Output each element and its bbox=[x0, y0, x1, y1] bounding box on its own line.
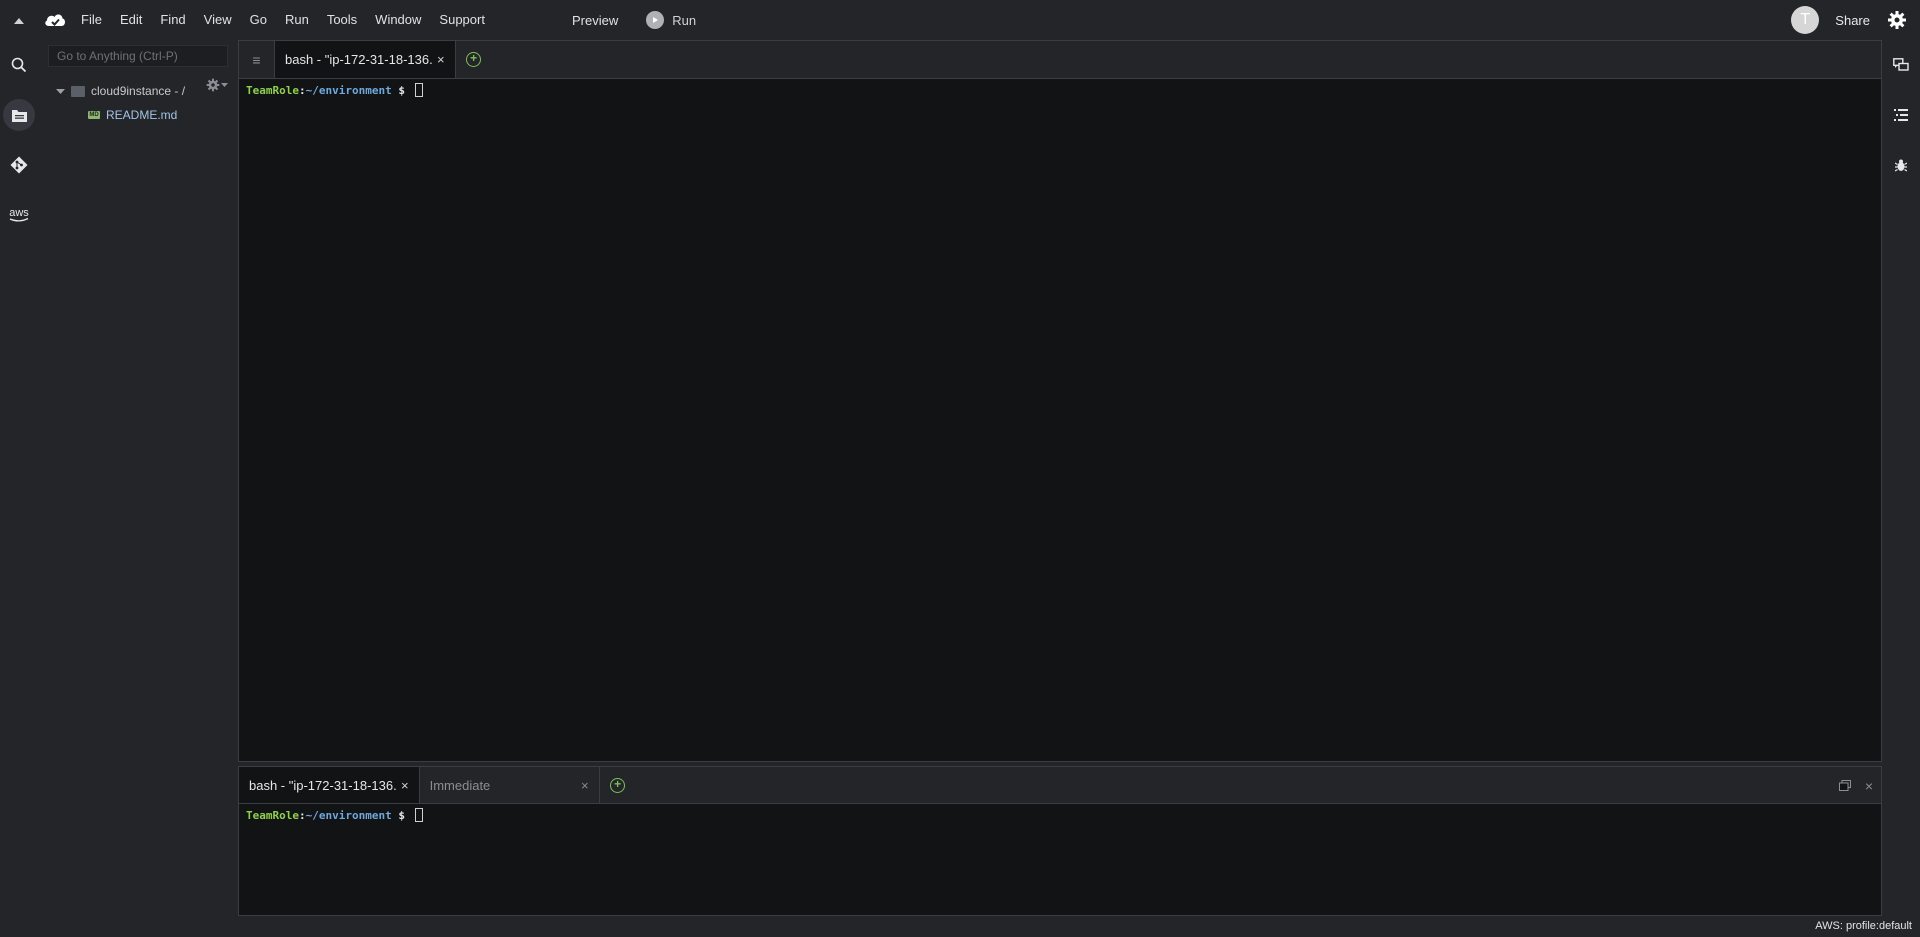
menu-view[interactable]: View bbox=[195, 0, 241, 40]
prompt-sign: $ bbox=[391, 83, 412, 97]
close-panel-icon[interactable]: × bbox=[1865, 778, 1873, 794]
environment-folder-icon[interactable] bbox=[0, 90, 38, 140]
console-tab-label: bash - "ip-172-31-18-136.ec2.internal" bbox=[249, 777, 397, 793]
tree-file-label: README.md bbox=[106, 108, 178, 122]
menu-file[interactable]: File bbox=[72, 0, 111, 40]
menu-tools[interactable]: Tools bbox=[318, 0, 366, 40]
aws-profile-status[interactable]: AWS: profile:default bbox=[1815, 920, 1912, 932]
folder-icon bbox=[71, 85, 85, 97]
tree-root-label: cloud9instance - / bbox=[91, 84, 186, 98]
menu-bar: File Edit Find View Go Run Tools Window … bbox=[0, 0, 1920, 40]
right-icon-rail bbox=[1882, 40, 1920, 937]
console-tab-immediate-label: Immediate bbox=[429, 777, 491, 793]
tab-label: bash - "ip-172-31-18-136.ec2.internal" bbox=[285, 52, 433, 67]
new-tab-button[interactable]: + bbox=[456, 41, 492, 78]
prompt-colon: : bbox=[298, 83, 306, 97]
console-controls: × bbox=[1838, 767, 1873, 804]
console-new-tab-button[interactable]: + bbox=[600, 767, 636, 803]
menu-find[interactable]: Find bbox=[151, 0, 194, 40]
collaborate-icon[interactable] bbox=[1882, 40, 1920, 90]
tab-menu-icon[interactable]: ≡ bbox=[239, 41, 275, 78]
prompt-user: TeamRole bbox=[246, 83, 299, 97]
menu-window[interactable]: Window bbox=[366, 0, 430, 40]
status-bar: AWS: profile:default bbox=[0, 916, 1920, 937]
share-button[interactable]: Share bbox=[1835, 13, 1870, 28]
terminal-cursor bbox=[414, 808, 423, 822]
run-button-label: Run bbox=[672, 12, 697, 28]
editor-tab-bar: ≡ bash - "ip-172-31-18-136.ec2.internal"… bbox=[239, 41, 1881, 79]
tree-settings-gear-icon[interactable] bbox=[206, 78, 228, 92]
menubar-right: T Share bbox=[1791, 0, 1920, 40]
editor-pane: ≡ bash - "ip-172-31-18-136.ec2.internal"… bbox=[238, 40, 1882, 762]
chevron-down-icon[interactable] bbox=[56, 88, 65, 95]
console-prompt: TeamRole: ~/environment $ bbox=[246, 808, 1874, 822]
file-tree-panel: Go to Anything (Ctrl-P) cloud9instance -… bbox=[38, 40, 234, 937]
markdown-file-icon: MD bbox=[88, 111, 100, 119]
user-avatar[interactable]: T bbox=[1791, 6, 1820, 34]
prompt-user: TeamRole bbox=[246, 808, 299, 822]
go-to-anything-input[interactable]: Go to Anything (Ctrl-P) bbox=[48, 45, 228, 67]
console-tab-immediate[interactable]: Immediate × bbox=[419, 767, 600, 803]
terminal-console[interactable]: TeamRole: ~/environment $ bbox=[239, 804, 1881, 915]
svg-text:aws: aws bbox=[9, 207, 29, 219]
tab-bash-terminal[interactable]: bash - "ip-172-31-18-136.ec2.internal" × bbox=[275, 41, 456, 78]
debugger-bug-icon[interactable] bbox=[1882, 140, 1920, 190]
menu-go[interactable]: Go bbox=[241, 0, 276, 40]
run-button[interactable]: Run bbox=[636, 11, 706, 29]
collapse-menu-icon[interactable] bbox=[0, 0, 38, 40]
maximize-panel-icon[interactable] bbox=[1838, 780, 1851, 791]
prompt-path: ~/environment bbox=[305, 808, 392, 822]
terminal-prompt: TeamRole: ~/environment $ bbox=[246, 83, 1874, 97]
prompt-sign: $ bbox=[391, 808, 412, 822]
terminal-main[interactable]: TeamRole: ~/environment $ bbox=[239, 79, 1881, 761]
tree-root-folder[interactable]: cloud9instance - / bbox=[56, 84, 185, 98]
menu-run[interactable]: Run bbox=[276, 0, 318, 40]
console-tab-bar: bash - "ip-172-31-18-136.ec2.internal" ×… bbox=[239, 767, 1881, 804]
plus-circle-icon: + bbox=[610, 777, 626, 793]
console-tab-close-icon[interactable]: × bbox=[401, 778, 409, 793]
terminal-cursor bbox=[414, 83, 423, 97]
search-icon[interactable] bbox=[0, 40, 38, 90]
preferences-gear-icon[interactable] bbox=[1884, 7, 1910, 33]
menu-support[interactable]: Support bbox=[430, 0, 494, 40]
tab-close-icon[interactable]: × bbox=[437, 52, 445, 67]
environment-folder-highlight bbox=[3, 99, 35, 131]
console-tab-immediate-close-icon[interactable]: × bbox=[581, 778, 589, 793]
menu-edit[interactable]: Edit bbox=[111, 0, 151, 40]
outline-list-icon[interactable] bbox=[1882, 90, 1920, 140]
aws-icon[interactable]: aws bbox=[0, 190, 38, 240]
play-icon bbox=[646, 11, 665, 29]
console-panel: bash - "ip-172-31-18-136.ec2.internal" ×… bbox=[238, 766, 1882, 916]
preview-button[interactable]: Preview bbox=[572, 13, 636, 28]
prompt-colon: : bbox=[298, 808, 306, 822]
plus-circle-icon: + bbox=[466, 52, 482, 67]
tree-file-readme[interactable]: MD README.md bbox=[88, 108, 177, 122]
left-icon-rail: aws bbox=[0, 40, 38, 937]
cloud9-logo-icon[interactable] bbox=[38, 0, 72, 40]
console-tab-bash[interactable]: bash - "ip-172-31-18-136.ec2.internal" × bbox=[239, 767, 420, 803]
prompt-path: ~/environment bbox=[305, 83, 392, 97]
source-control-icon[interactable] bbox=[0, 140, 38, 190]
